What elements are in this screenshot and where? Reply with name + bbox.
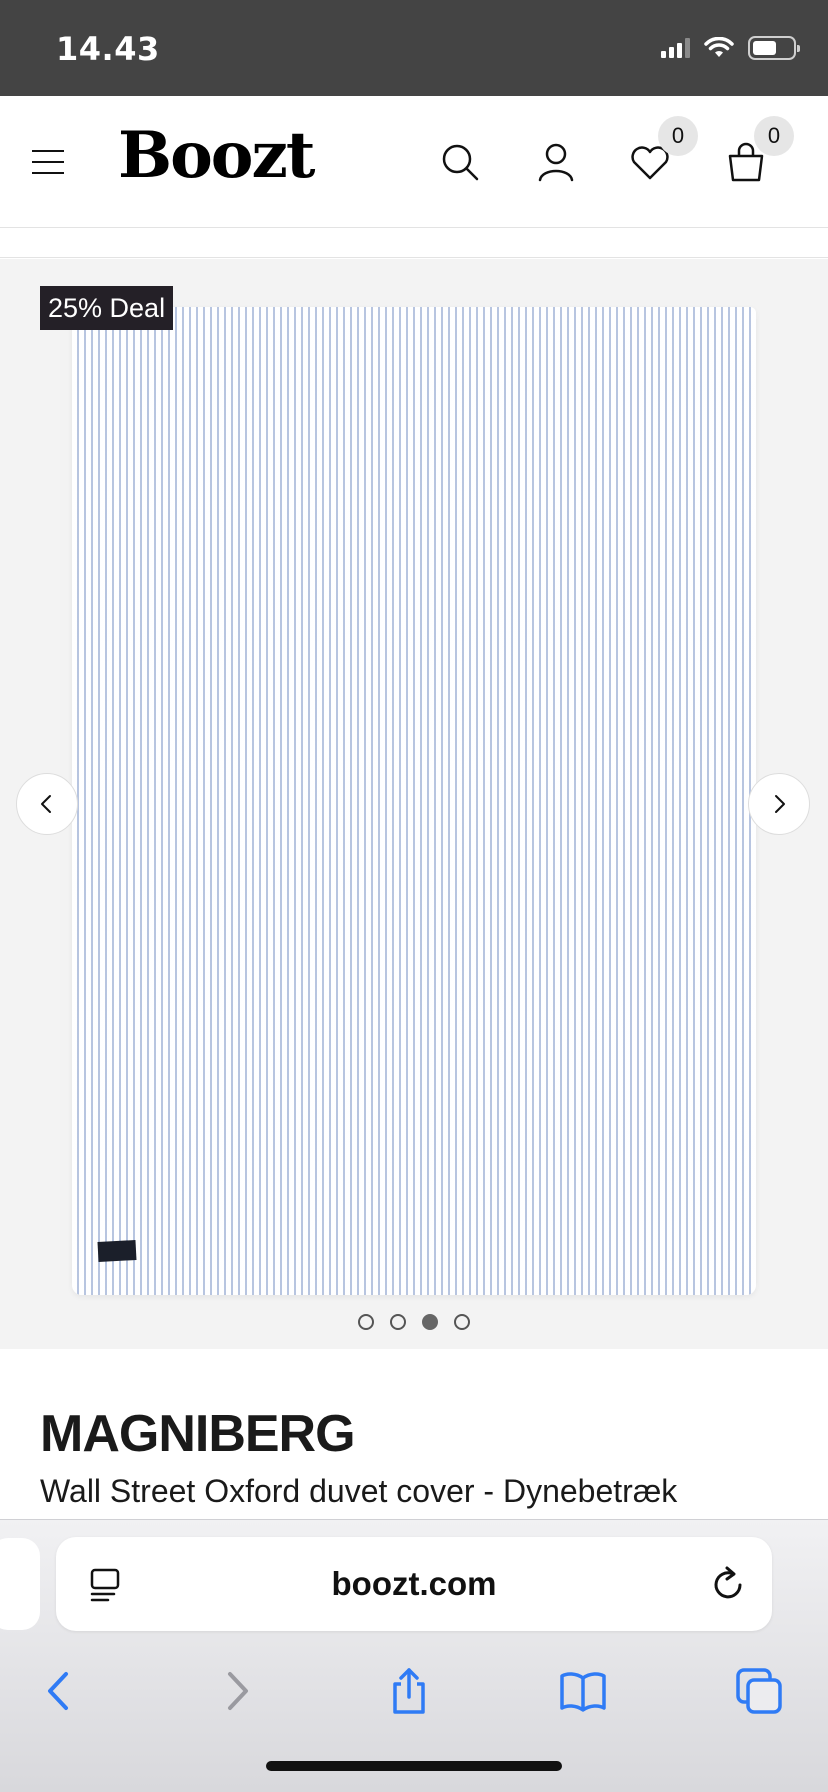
search-icon[interactable]	[438, 140, 482, 184]
product-image[interactable]	[72, 307, 756, 1295]
gallery-prev-button[interactable]	[16, 773, 78, 835]
site-header: Boozt 0 0	[0, 96, 828, 228]
pagination-dot[interactable]	[422, 1314, 438, 1330]
product-gallery[interactable]: 25% Deal	[0, 259, 828, 1349]
reload-icon[interactable]	[710, 1565, 746, 1603]
address-bar[interactable]: boozt.com	[56, 1537, 772, 1631]
pagination-dot[interactable]	[358, 1314, 374, 1330]
chevron-left-icon	[41, 795, 51, 813]
status-icons	[661, 36, 800, 60]
status-bar: 14.43	[0, 0, 828, 96]
cellular-signal-icon	[661, 38, 690, 58]
gallery-pagination	[0, 1314, 828, 1330]
forward-icon[interactable]	[212, 1666, 262, 1716]
bookmarks-icon[interactable]	[558, 1666, 608, 1716]
pagination-dot[interactable]	[390, 1314, 406, 1330]
product-label-tag	[97, 1240, 137, 1262]
wifi-icon	[704, 37, 734, 57]
product-brand[interactable]: MAGNIBERG	[40, 1404, 356, 1464]
tabs-icon[interactable]	[734, 1666, 784, 1716]
header-divider	[0, 228, 828, 258]
menu-icon[interactable]	[32, 150, 64, 174]
product-title: Wall Street Oxford duvet cover - Dynebet…	[40, 1473, 678, 1509]
battery-icon	[748, 36, 800, 60]
site-logo[interactable]: Boozt	[118, 118, 315, 193]
chevron-right-icon	[775, 795, 785, 813]
cart-count-badge: 0	[754, 116, 794, 156]
home-indicator	[266, 1761, 562, 1771]
account-icon[interactable]	[534, 140, 578, 184]
deal-badge: 25% Deal	[40, 286, 174, 330]
pagination-dot[interactable]	[454, 1314, 470, 1330]
share-icon[interactable]	[384, 1666, 434, 1716]
back-icon[interactable]	[34, 1666, 84, 1716]
gallery-next-button[interactable]	[748, 773, 810, 835]
wishlist-count-badge: 0	[658, 116, 698, 156]
browser-nav-toolbar	[0, 1650, 828, 1730]
browser-toolbar: boozt.com	[0, 1519, 828, 1792]
address-url: boozt.com	[331, 1565, 497, 1602]
status-time: 14.43	[56, 30, 160, 68]
previous-tab-preview[interactable]	[0, 1538, 40, 1630]
